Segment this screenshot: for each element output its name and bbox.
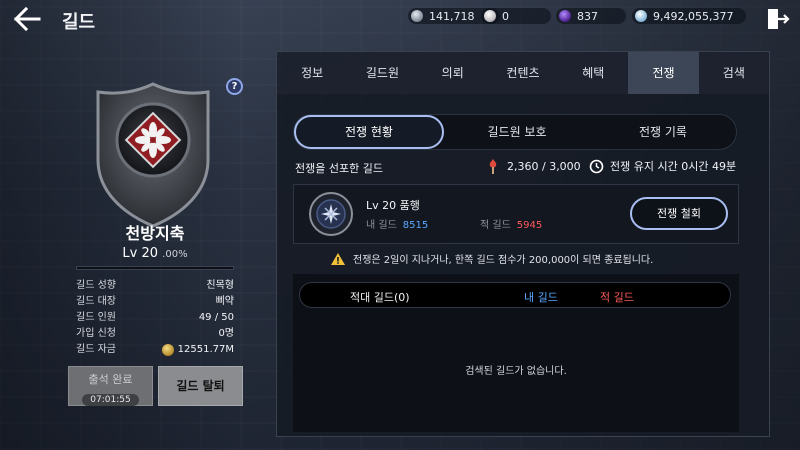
war-count-value: 2,360 / 3,000 <box>507 159 581 173</box>
page-title: 길드 <box>62 12 96 33</box>
tab-war[interactable]: 전쟁 <box>628 52 699 94</box>
info-row-disposition: 길드 성향 친목형 <box>76 278 234 294</box>
silver-coin-icon <box>411 10 423 22</box>
guild-level-percent: .00% <box>162 249 188 260</box>
leave-guild-button[interactable]: 길드 탈퇴 <box>158 366 243 406</box>
hostile-guild-list-header: 적대 길드(0) 내 길드 적 길드 <box>299 282 731 308</box>
enemy-guild-score: 적 길드 5945 <box>480 216 542 231</box>
currency-purple-gem: 837 <box>556 8 626 24</box>
guild-war-panel: 정보 길드원 의뢰 컨텐츠 혜택 전쟁 검색 전쟁 현황 길드원 보호 전쟁 기… <box>276 51 770 437</box>
exit-door-icon <box>768 9 790 29</box>
tab-contents[interactable]: 컨텐츠 <box>488 52 558 94</box>
enemy-guild-score-value: 5945 <box>516 220 543 231</box>
back-arrow-icon <box>13 6 41 32</box>
attendance-button[interactable]: 출석 완료 07:01:55 <box>68 366 153 406</box>
info-value-funds: 12551.77M <box>161 342 234 358</box>
my-guild-label: 내 길드 <box>366 220 397 231</box>
header-enemy-guild: 적 길드 <box>600 291 634 304</box>
war-warning-text: 전쟁은 2일이 지나거나, 한쪽 길드 점수가 200,000이 되면 종료됩니… <box>353 255 654 266</box>
opponent-guild-name: Lv 20 품행 <box>366 199 420 212</box>
top-bar: 길드 141,718 0 837 9,492,055,377 <box>0 0 800 38</box>
info-value: 49 / 50 <box>198 312 234 323</box>
main-tabs: 정보 길드원 의뢰 컨텐츠 혜택 전쟁 검색 <box>277 52 769 94</box>
currency-pearl: 0 <box>481 8 551 24</box>
tab-info[interactable]: 정보 <box>277 52 347 94</box>
subtab-war-history[interactable]: 전쟁 기록 <box>590 115 736 149</box>
opponent-guild-card[interactable]: Lv 20 품행 내 길드 8515 적 길드 5945 전쟁 철회 <box>293 184 739 244</box>
opponent-guild-emblem-icon <box>309 192 353 236</box>
info-row-members: 길드 인원 49 / 50 <box>76 310 234 326</box>
subtab-member-protection[interactable]: 길드원 보호 <box>444 115 590 149</box>
guild-emblem-icon <box>96 82 210 228</box>
tab-requests[interactable]: 의뢰 <box>418 52 488 94</box>
tab-members[interactable]: 길드원 <box>347 52 417 94</box>
info-key: 길드 자금 <box>76 344 116 355</box>
torch-icon <box>489 159 497 174</box>
header-my-guild: 내 길드 <box>524 291 558 304</box>
my-guild-score-value: 8515 <box>402 220 429 231</box>
empty-list-message: 검색된 길드가 없습니다. <box>465 366 567 377</box>
war-subtabs: 전쟁 현황 길드원 보호 전쟁 기록 <box>293 114 737 150</box>
exit-button[interactable] <box>764 6 790 32</box>
war-maintain-time: 전쟁 유지 시간 0시간 49분 <box>589 158 736 174</box>
my-guild-score: 내 길드 8515 <box>366 216 428 231</box>
info-value: 친목형 <box>206 280 234 291</box>
guild-level-value: Lv 20 <box>122 246 159 261</box>
info-key: 가입 신청 <box>76 328 116 339</box>
currency-value: 837 <box>577 9 598 23</box>
info-row-funds: 길드 자금 12551.77M <box>76 342 234 358</box>
war-count: 2,360 / 3,000 <box>487 158 581 174</box>
tab-search[interactable]: 검색 <box>699 52 769 94</box>
hostile-guild-list: 적대 길드(0) 내 길드 적 길드 검색된 길드가 없습니다. <box>293 274 739 432</box>
enemy-guild-label: 적 길드 <box>480 220 511 231</box>
diamond-icon <box>635 10 647 22</box>
clock-icon <box>589 159 604 173</box>
info-key: 길드 대장 <box>76 296 116 307</box>
war-warning: 전쟁은 2일이 지나거나, 한쪽 길드 점수가 200,000이 되면 종료됩니… <box>331 251 653 266</box>
info-row-applications: 가입 신청 0명 <box>76 326 234 342</box>
war-maintain-time-text: 전쟁 유지 시간 0시간 49분 <box>610 160 737 173</box>
help-icon[interactable]: ? <box>226 78 243 95</box>
guild-level: Lv 20 .00% <box>76 246 234 261</box>
back-button[interactable] <box>12 6 42 32</box>
tab-benefits[interactable]: 혜택 <box>558 52 628 94</box>
guild-info-table: 길드 성향 친목형 길드 대장 삐약 길드 인원 49 / 50 가입 신청 0… <box>76 278 234 358</box>
currency-value: 9,492,055,377 <box>653 9 734 23</box>
guild-funds-value: 12551.77M <box>177 344 234 355</box>
currency-value: 141,718 <box>429 9 475 23</box>
info-value: 0명 <box>218 328 234 339</box>
header-hostile-guild: 적대 길드(0) <box>350 291 410 304</box>
guild-level-bar <box>76 266 234 270</box>
pearl-icon <box>484 10 496 22</box>
info-row-leader: 길드 대장 삐약 <box>76 294 234 310</box>
attendance-label: 출석 완료 <box>88 373 133 386</box>
info-key: 길드 성향 <box>76 280 116 291</box>
info-value: 삐약 <box>215 296 234 307</box>
guild-name: 천방지축 <box>125 224 185 243</box>
subtab-war-status[interactable]: 전쟁 현황 <box>294 115 444 149</box>
purple-gem-icon <box>559 10 571 22</box>
currency-value: 0 <box>502 9 509 23</box>
warning-icon <box>331 252 345 265</box>
withdraw-war-button[interactable]: 전쟁 철회 <box>630 197 728 230</box>
currency-diamond: 9,492,055,377 <box>632 8 746 24</box>
gold-coin-icon <box>161 344 174 356</box>
info-key: 길드 인원 <box>76 312 116 323</box>
declared-guilds-label: 전쟁을 선포한 길드 <box>295 162 383 175</box>
attendance-timer: 07:01:55 <box>82 394 139 406</box>
